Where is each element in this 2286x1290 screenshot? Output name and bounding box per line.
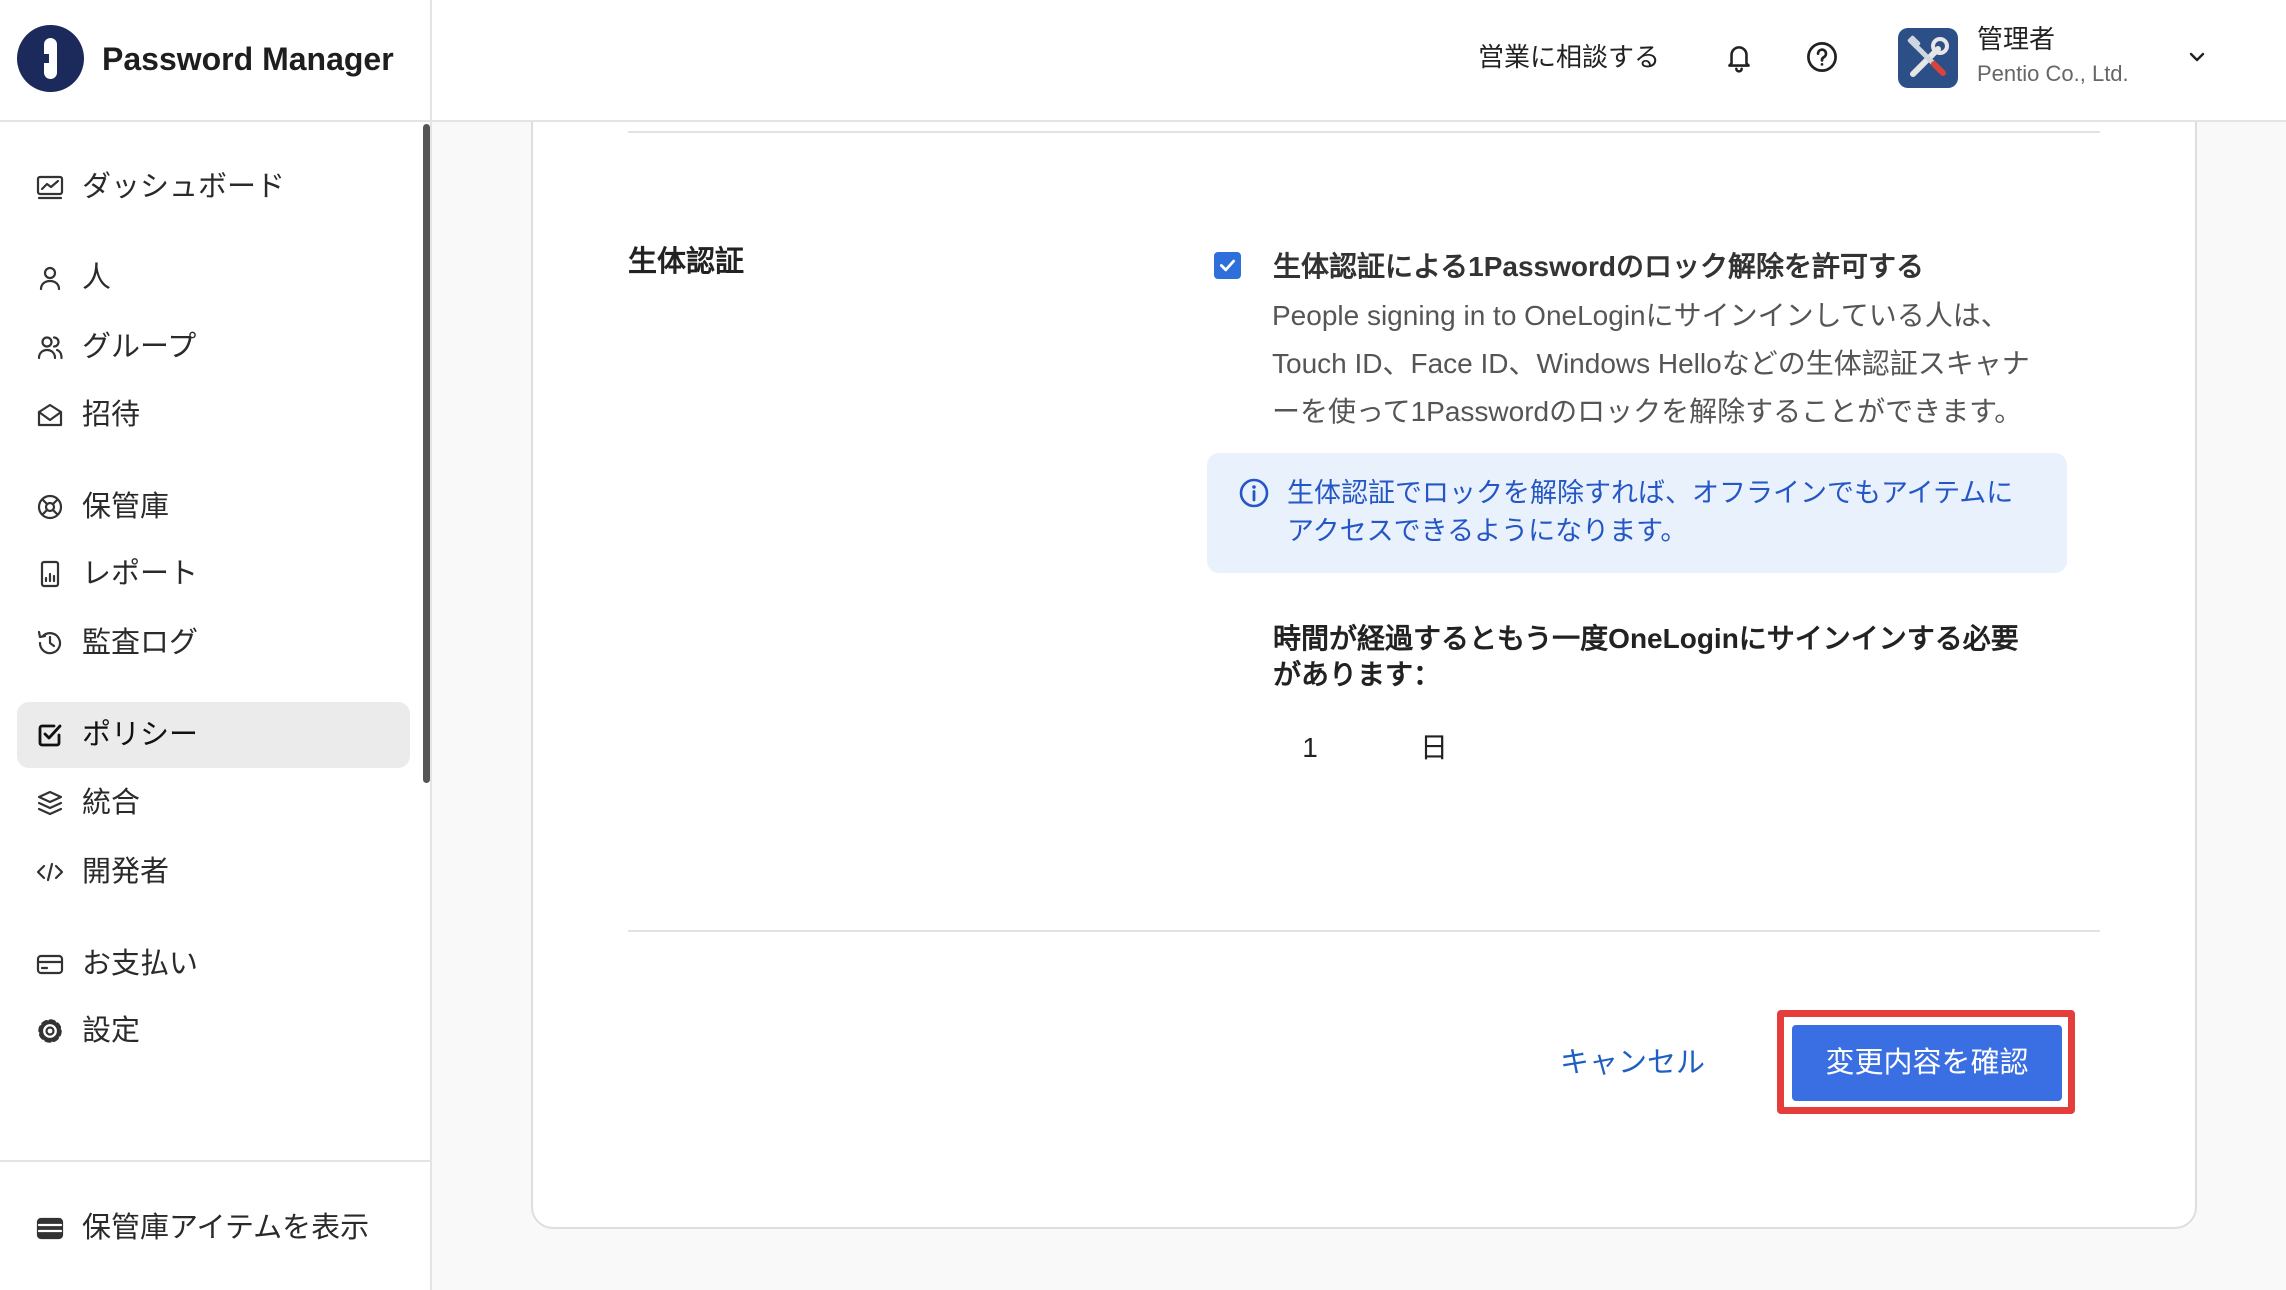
- report-icon: [40, 560, 60, 588]
- section-divider-bottom: [628, 930, 2100, 932]
- info-text: 生体認証でロックを解除すれば、オフラインでもアイテムに アクセスできるようになり…: [1287, 474, 2013, 550]
- cancel-button[interactable]: キャンセル: [1560, 1046, 1705, 1080]
- sidebar-item-label: 保管庫: [82, 491, 170, 523]
- info-line: 生体認証でロックを解除すれば、オフラインでもアイテムに: [1287, 478, 2014, 508]
- top-header: 営業に相談する 管理者 Pentio Co., Ltd.: [432, 0, 2286, 122]
- section-title: 生体認証: [628, 246, 745, 278]
- reauth-interval-input[interactable]: [1290, 728, 1330, 768]
- section-divider-top: [628, 131, 2100, 133]
- sidebar-item-label: お支払い: [82, 948, 199, 980]
- sidebar-item-groups[interactable]: グループ: [17, 314, 410, 380]
- sidebar: Password Manager ダッシュボード 人 グループ 招待 保管庫 レ…: [0, 0, 432, 1290]
- sidebar-item-label: 開発者: [82, 856, 170, 888]
- sidebar-divider: [0, 1160, 430, 1162]
- sidebar-item-label: 人: [82, 262, 112, 294]
- sidebar-item-label: 招待: [82, 399, 141, 431]
- onepassword-logo-icon: [17, 25, 84, 92]
- confirm-changes-button[interactable]: 変更内容を確認: [1792, 1025, 2062, 1101]
- tools-avatar-icon: [1898, 28, 1958, 88]
- app-brand: Password Manager: [0, 0, 430, 122]
- envelope-open-icon: [37, 403, 63, 427]
- sidebar-item-label: レポート: [82, 558, 199, 590]
- sidebar-item-integrations[interactable]: 統合: [17, 770, 410, 836]
- sidebar-item-invitations[interactable]: 招待: [17, 382, 410, 448]
- user-menu[interactable]: 管理者 Pentio Co., Ltd.: [1898, 20, 2218, 100]
- reauth-interval-unit: 日: [1420, 732, 1449, 763]
- vault-items-icon: [36, 1217, 64, 1240]
- sidebar-item-developer[interactable]: 開発者: [17, 839, 410, 905]
- policy-card: 生体認証 生体認証による1Passwordのロック解除を許可する People …: [531, 100, 2197, 1229]
- policy-check-icon: [38, 724, 62, 747]
- user-name: 管理者: [1977, 24, 2056, 54]
- chevron-down-icon[interactable]: [2185, 45, 2209, 69]
- sidebar-item-label: 保管庫アイテムを表示: [82, 1212, 370, 1244]
- sidebar-item-billing[interactable]: お支払い: [17, 931, 410, 997]
- dashboard-icon: [36, 175, 64, 200]
- sidebar-item-settings[interactable]: 設定: [17, 998, 410, 1064]
- reauth-label-line: 時間が経過するともう一度OneLoginにサインインする必要: [1273, 623, 2019, 654]
- person-icon: [39, 266, 61, 291]
- code-icon: [36, 862, 64, 882]
- description-line: Touch ID、Face ID、Windows Helloなどの生体認証スキャ…: [1272, 348, 2030, 379]
- biometric-description: People signing in to OneLoginにサインインしている人…: [1272, 292, 2030, 436]
- sidebar-item-people[interactable]: 人: [17, 245, 410, 311]
- biometric-unlock-label[interactable]: 生体認証による1Passwordのロック解除を許可する: [1273, 250, 1924, 284]
- sidebar-scrollbar[interactable]: [423, 124, 430, 783]
- sidebar-item-policies[interactable]: ポリシー: [17, 702, 410, 768]
- checkmark-icon: [1219, 259, 1236, 272]
- vault-icon: [37, 494, 63, 520]
- sidebar-item-dashboard[interactable]: ダッシュボード: [17, 154, 410, 220]
- info-line: アクセスできるようになります。: [1287, 516, 1688, 546]
- sidebar-item-label: 設定: [82, 1015, 141, 1047]
- user-org: Pentio Co., Ltd.: [1977, 61, 2129, 86]
- sidebar-item-audit-log[interactable]: 監査ログ: [17, 610, 410, 676]
- app-title: Password Manager: [102, 41, 394, 77]
- help-icon[interactable]: [1805, 40, 1839, 74]
- sidebar-item-vault-items[interactable]: 保管庫アイテムを表示: [17, 1195, 410, 1261]
- reauth-interval-label: 時間が経過するともう一度OneLoginにサインインする必要 があります：: [1273, 621, 2019, 693]
- integration-icon: [37, 790, 63, 816]
- biometric-unlock-checkbox[interactable]: [1214, 252, 1241, 279]
- credit-card-icon: [36, 954, 64, 975]
- gear-icon: [38, 1019, 62, 1043]
- sidebar-item-label: 統合: [82, 787, 141, 819]
- sidebar-item-label: ダッシュボード: [82, 171, 286, 203]
- reauth-label-line: があります：: [1273, 659, 1442, 690]
- sidebar-item-vaults[interactable]: 保管庫: [17, 474, 410, 540]
- group-icon: [37, 336, 63, 360]
- bell-icon[interactable]: [1723, 41, 1755, 73]
- info-callout: 生体認証でロックを解除すれば、オフラインでもアイテムに アクセスできるようになり…: [1207, 453, 2067, 573]
- sidebar-item-label: グループ: [82, 331, 197, 363]
- sidebar-item-reports[interactable]: レポート: [17, 541, 410, 607]
- description-line: People signing in to OneLoginにサインインしている人…: [1272, 300, 2009, 331]
- sidebar-item-label: ポリシー: [82, 719, 199, 751]
- sidebar-item-label: 監査ログ: [82, 627, 199, 659]
- contact-sales-link[interactable]: 営業に相談する: [1478, 42, 1660, 72]
- audit-log-icon: [37, 630, 62, 655]
- info-icon: [1239, 478, 1269, 508]
- description-line: ーを使って1Passwordのロックを解除することができます。: [1272, 396, 2023, 427]
